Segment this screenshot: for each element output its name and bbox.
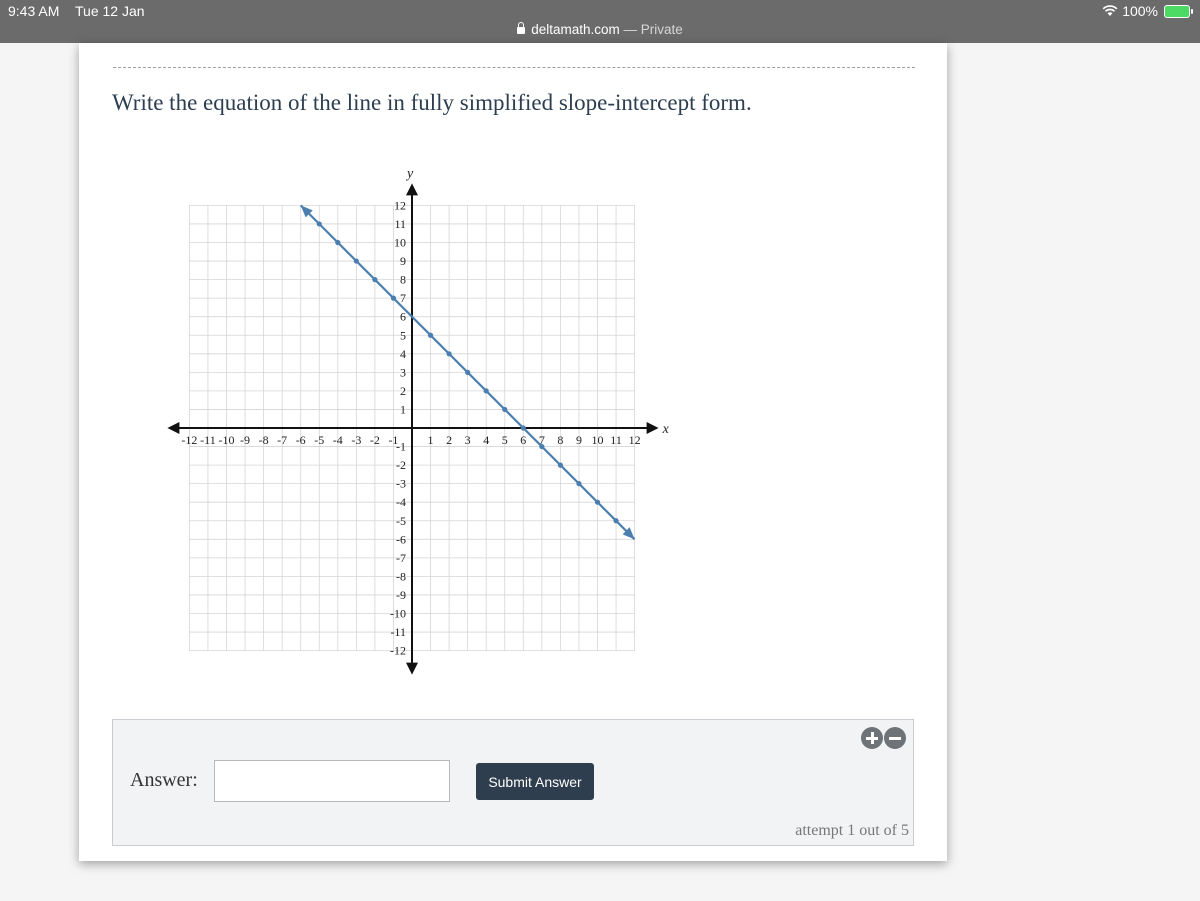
y-tick-label: -12 bbox=[390, 644, 406, 658]
browser-top-bar: 9:43 AM Tue 12 Jan 100% deltamath.com — … bbox=[0, 0, 1200, 43]
x-tick-label: 6 bbox=[520, 433, 526, 447]
y-tick-label: -7 bbox=[396, 551, 406, 565]
x-axis-label: x bbox=[662, 422, 670, 437]
y-tick-label: -8 bbox=[396, 569, 406, 583]
y-tick-label: 1 bbox=[400, 402, 406, 416]
x-axis-arrow-left bbox=[167, 422, 180, 434]
x-tick-label: -8 bbox=[259, 433, 269, 447]
submit-answer-button[interactable]: Submit Answer bbox=[476, 763, 594, 800]
y-axis-arrow-down bbox=[406, 662, 418, 675]
data-point bbox=[316, 221, 322, 227]
y-axis-arrow-up bbox=[406, 183, 418, 196]
x-axis-arrow-right bbox=[646, 422, 659, 434]
y-tick-label: 3 bbox=[400, 365, 406, 379]
x-tick-label: -4 bbox=[333, 433, 343, 447]
x-tick-label: 9 bbox=[576, 433, 582, 447]
y-tick-label: -3 bbox=[396, 477, 406, 491]
y-tick-label: -6 bbox=[396, 532, 406, 546]
answer-label: Answer: bbox=[130, 769, 198, 791]
y-tick-label: 2 bbox=[400, 384, 406, 398]
attempt-counter: attempt 1 out of 5 bbox=[795, 822, 909, 839]
y-tick-label: 10 bbox=[394, 236, 406, 250]
data-point bbox=[465, 369, 471, 375]
data-point bbox=[446, 351, 452, 357]
x-tick-label: 10 bbox=[592, 433, 604, 447]
y-tick-label: -1 bbox=[396, 440, 406, 454]
data-point bbox=[427, 332, 434, 338]
data-point bbox=[557, 462, 563, 468]
data-point bbox=[483, 388, 489, 394]
x-tick-label: 11 bbox=[610, 433, 622, 447]
x-tick-label: -9 bbox=[240, 433, 250, 447]
y-tick-label: 5 bbox=[400, 328, 406, 342]
y-tick-label: -5 bbox=[396, 514, 406, 528]
data-point bbox=[539, 443, 545, 450]
x-tick-label: -2 bbox=[370, 433, 380, 447]
x-tick-label: 5 bbox=[502, 433, 508, 447]
data-point bbox=[372, 277, 378, 283]
y-axis-label: y bbox=[405, 166, 414, 181]
y-tick-label: 12 bbox=[394, 198, 406, 212]
data-point bbox=[390, 295, 397, 301]
x-tick-label: -11 bbox=[200, 433, 216, 447]
x-tick-label: -6 bbox=[296, 433, 306, 447]
battery-percent: 100% bbox=[1122, 3, 1158, 19]
data-point bbox=[353, 258, 359, 264]
x-tick-label: 1 bbox=[428, 433, 434, 447]
status-date: Tue 12 Jan bbox=[75, 3, 145, 19]
y-tick-label: -4 bbox=[396, 495, 406, 509]
wifi-icon bbox=[1102, 5, 1118, 16]
zoom-in-icon[interactable] bbox=[861, 727, 883, 749]
x-tick-label: 3 bbox=[465, 433, 471, 447]
zoom-controls bbox=[861, 727, 906, 749]
data-point bbox=[502, 406, 508, 413]
data-point bbox=[335, 239, 341, 246]
status-time: 9:43 AM bbox=[8, 3, 60, 19]
y-tick-label: -11 bbox=[390, 625, 406, 639]
zoom-out-icon[interactable] bbox=[884, 727, 906, 749]
x-tick-label: 2 bbox=[446, 433, 452, 447]
address-bar[interactable]: deltamath.com — Private bbox=[0, 22, 1200, 37]
data-point bbox=[613, 518, 619, 524]
x-tick-label: 4 bbox=[483, 433, 489, 447]
y-tick-label: 8 bbox=[400, 273, 406, 287]
data-point bbox=[594, 499, 601, 505]
data-point bbox=[520, 425, 526, 431]
answer-input[interactable] bbox=[214, 760, 450, 802]
status-bar-right: 100% bbox=[1102, 3, 1193, 19]
lock-icon bbox=[517, 22, 526, 34]
y-tick-label: 6 bbox=[400, 310, 406, 324]
y-tick-label: -2 bbox=[396, 458, 406, 472]
y-tick-label: 11 bbox=[394, 217, 406, 231]
address-domain: deltamath.com bbox=[531, 22, 620, 37]
x-tick-label: -5 bbox=[314, 433, 324, 447]
y-tick-label: 9 bbox=[400, 254, 406, 268]
problem-card: Write the equation of the line in fully … bbox=[79, 43, 947, 861]
x-tick-label: -3 bbox=[351, 433, 361, 447]
address-separator: — bbox=[619, 22, 641, 37]
x-tick-label: 12 bbox=[629, 433, 641, 447]
y-tick-label: -9 bbox=[396, 588, 406, 602]
x-tick-label: -7 bbox=[277, 433, 287, 447]
status-bar-left: 9:43 AM Tue 12 Jan bbox=[8, 3, 157, 19]
x-tick-label: 8 bbox=[557, 433, 563, 447]
data-point bbox=[576, 481, 582, 487]
y-tick-label: -10 bbox=[390, 607, 406, 621]
x-tick-label: -10 bbox=[219, 433, 235, 447]
y-tick-label: 7 bbox=[400, 291, 406, 305]
address-mode: Private bbox=[640, 22, 683, 37]
x-tick-label: -12 bbox=[181, 433, 197, 447]
coordinate-graph: xy-12 -11 -10 -9 -8 -7 -6 -5 -4 -3 -2 -1 1 2 3 4 5 6 7 8 9 10… bbox=[167, 166, 670, 675]
answer-panel: Answer: Submit Answer attempt 1 out of 5 bbox=[112, 719, 914, 846]
battery-icon bbox=[1164, 4, 1193, 18]
y-tick-label: 4 bbox=[400, 347, 406, 361]
